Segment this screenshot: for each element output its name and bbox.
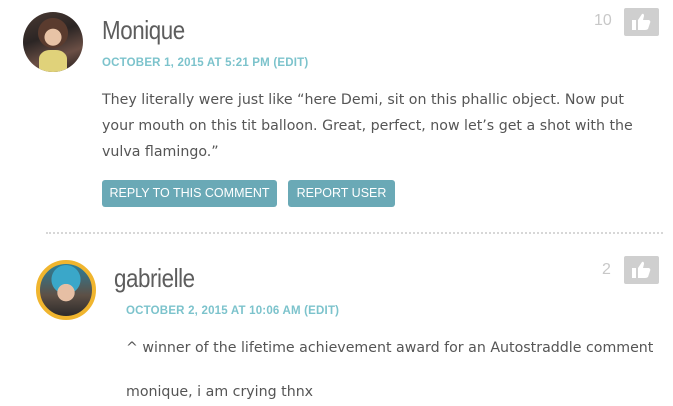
comment-text-line1: ^ winner of the lifetime achievement awa… xyxy=(126,340,654,356)
report-user-button[interactable]: REPORT USER xyxy=(288,180,395,207)
comment-text: They literally were just like “here Demi… xyxy=(102,92,633,160)
thumbs-up-icon xyxy=(632,13,651,30)
thumbs-up-icon xyxy=(632,261,651,278)
comment-text-line2: monique, i am crying thnx xyxy=(126,384,314,400)
comment-author[interactable]: Monique xyxy=(102,15,185,46)
comment-monique: Monique OCTOBER 1, 2015 AT 5:21 PM (EDIT… xyxy=(0,0,673,225)
comment-timestamp[interactable]: OCTOBER 1, 2015 AT 5:21 PM (EDIT) xyxy=(102,57,308,69)
like-button[interactable] xyxy=(624,8,659,36)
reply-button[interactable]: REPLY TO THIS COMMENT xyxy=(102,180,277,207)
like-button[interactable] xyxy=(624,256,659,284)
comment-gabrielle: gabrielle OCTOBER 2, 2015 AT 10:06 AM (E… xyxy=(0,238,673,406)
comment-divider xyxy=(46,232,663,234)
vote-count: 2 xyxy=(602,261,611,278)
comment-timestamp[interactable]: OCTOBER 2, 2015 AT 10:06 AM (EDIT) xyxy=(126,305,339,317)
avatar[interactable] xyxy=(36,260,96,320)
avatar[interactable] xyxy=(23,12,83,72)
vote-count: 10 xyxy=(594,12,612,29)
comment-author[interactable]: gabrielle xyxy=(114,263,195,294)
